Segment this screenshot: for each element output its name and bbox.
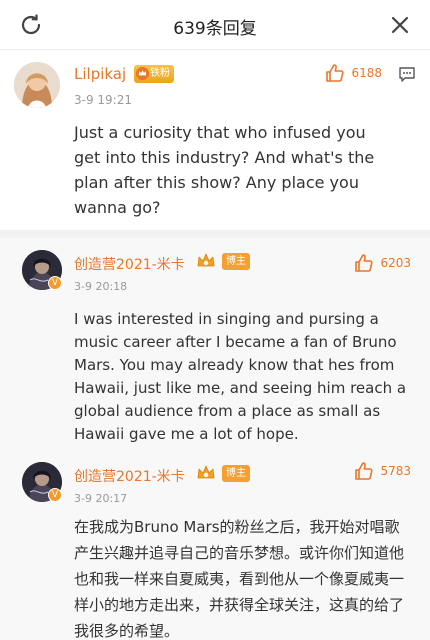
- thumbs-up-icon: [355, 462, 374, 480]
- reply-item: V 创造营2021-米卡 博主 3-9 20:18 6203 I was int…: [0, 238, 430, 450]
- verified-icon: V: [48, 488, 62, 502]
- like-button[interactable]: 6203: [354, 253, 411, 273]
- reply-time: 3-9 20:18: [74, 280, 128, 293]
- close-icon[interactable]: [388, 13, 412, 37]
- crown-icon: [135, 66, 150, 81]
- reply-item: V 创造营2021-米卡 博主 3-9 20:17 5783 在我成为Bruno…: [0, 450, 430, 640]
- like-button[interactable]: 6188: [325, 63, 382, 83]
- username[interactable]: 创造营2021-米卡: [74, 254, 185, 274]
- fan-badge-label: 铁粉: [150, 68, 170, 79]
- username[interactable]: Lilpikaj: [74, 65, 126, 83]
- like-button[interactable]: 5783: [354, 461, 411, 481]
- username[interactable]: 创造营2021-米卡: [74, 466, 185, 486]
- host-badge: 博主: [222, 465, 250, 482]
- fan-badge: 铁粉: [134, 65, 174, 83]
- crown-icon: [197, 253, 215, 267]
- main-comment: Lilpikaj 铁粉 3-9 19:21 6188 Just a curios…: [0, 50, 430, 230]
- page-title: 639条回复: [173, 19, 257, 39]
- comment-text: Just a curiosity that who infused you ge…: [74, 123, 375, 217]
- thumbs-up-icon: [355, 254, 374, 272]
- top-bar: 639条回复: [0, 0, 430, 50]
- verified-icon: V: [48, 276, 62, 290]
- like-count: 5783: [380, 464, 411, 478]
- reply-text: 在我成为Bruno Mars的粉丝之后，我开始对唱歌产生兴趣并追寻自己的音乐梦想…: [74, 518, 405, 640]
- crown-icon: [197, 465, 215, 479]
- reply-time: 3-9 20:17: [74, 492, 128, 505]
- comment-icon[interactable]: [398, 65, 416, 83]
- host-badge: 博主: [222, 253, 250, 270]
- thumbs-up-icon: [326, 64, 345, 82]
- divider: [0, 230, 430, 238]
- comment-time: 3-9 19:21: [74, 93, 132, 107]
- avatar[interactable]: [14, 62, 60, 108]
- like-count: 6188: [351, 66, 382, 80]
- like-count: 6203: [380, 256, 411, 270]
- reply-text: I was interested in singing and pursing …: [74, 310, 407, 443]
